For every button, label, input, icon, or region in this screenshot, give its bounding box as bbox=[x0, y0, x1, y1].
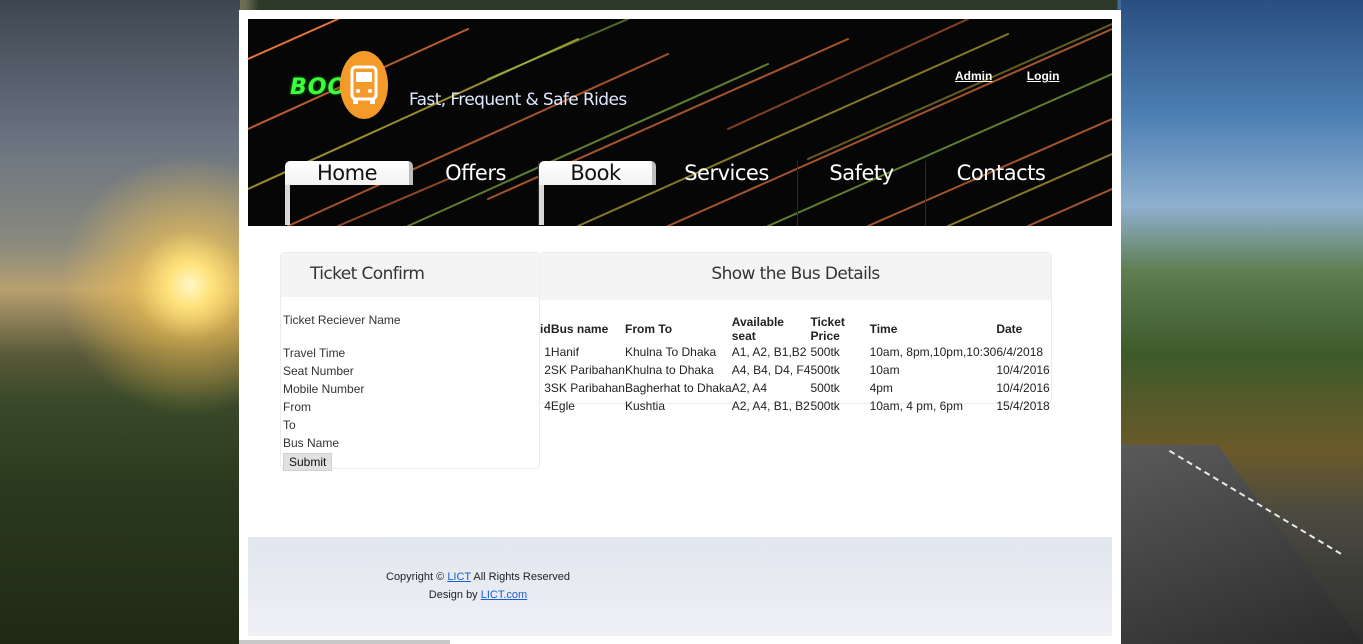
nav-book-label: Book bbox=[570, 161, 621, 185]
table-cell: Kushtia bbox=[624, 399, 666, 413]
table-cell: 15/4/2018 bbox=[996, 399, 1050, 413]
table-cell: 500tk bbox=[810, 381, 840, 395]
table-row: 2 SK Paribahan Khulna to Dhaka A4, B4, D… bbox=[540, 361, 1051, 379]
admin-link[interactable]: Admin bbox=[955, 69, 992, 83]
field-seat-number: Seat Number bbox=[283, 364, 354, 378]
table-cell: 4pm bbox=[869, 381, 893, 395]
field-mobile-number: Mobile Number bbox=[283, 382, 365, 396]
login-link[interactable]: Login bbox=[1027, 69, 1060, 83]
table-cell: 500tk bbox=[810, 345, 840, 359]
field-to: To bbox=[283, 418, 296, 432]
table-cell: 6/4/2018 bbox=[996, 345, 1044, 359]
nav-offers[interactable]: Offers bbox=[413, 161, 539, 226]
nav-services[interactable]: Services bbox=[656, 161, 798, 226]
table-cell: A1, A2, B1,B2 bbox=[731, 345, 807, 359]
table-cell: SK Paribahan bbox=[550, 363, 625, 377]
table-cell: 4 bbox=[544, 399, 551, 413]
nav-book[interactable]: Book bbox=[539, 161, 656, 225]
column-header: id bbox=[540, 322, 551, 336]
nav-contacts[interactable]: Contacts bbox=[926, 161, 1076, 226]
table-cell: Hanif bbox=[550, 345, 579, 359]
page-container: BOOK Fast, Frequent & Safe Rides Admin L… bbox=[239, 10, 1121, 644]
site-tagline: Fast, Frequent & Safe Rides bbox=[409, 90, 627, 110]
nav-safety[interactable]: Safety bbox=[798, 161, 926, 226]
nav-offers-label: Offers bbox=[445, 161, 506, 185]
copyright-suffix: All Rights Reserved bbox=[473, 571, 570, 583]
table-cell: Bagherhat to Dhaka bbox=[624, 381, 732, 395]
ticket-confirm-title: Ticket Confirm bbox=[281, 253, 539, 297]
main-nav: Home Offers Book Services Safety Contact… bbox=[285, 161, 1085, 226]
table-cell: 10am bbox=[869, 363, 900, 377]
design-prefix: Design by bbox=[428, 589, 478, 601]
nav-contacts-label: Contacts bbox=[956, 161, 1046, 185]
field-from: From bbox=[283, 400, 311, 414]
table-cell: 10/4/2016 bbox=[996, 363, 1050, 377]
column-header: Available seat bbox=[731, 315, 784, 343]
nav-services-label: Services bbox=[684, 161, 769, 185]
table-cell: A4, B4, D4, F4 bbox=[731, 363, 811, 377]
table-cell: 10am, 8pm,10pm,10:30 bbox=[869, 345, 997, 359]
nav-home-label: Home bbox=[316, 161, 378, 185]
copyright-line: Copyright © LICT All Rights Reserved bbox=[248, 568, 708, 586]
horizontal-scrollbar[interactable] bbox=[239, 640, 450, 644]
table-header-row: id Bus name From To Available seat Ticke… bbox=[540, 315, 1051, 343]
copyright-prefix: Copyright © bbox=[386, 571, 445, 583]
table-cell: Khulna To Dhaka bbox=[624, 345, 717, 359]
table-cell: 2 bbox=[544, 363, 551, 377]
table-cell: 500tk bbox=[810, 363, 840, 377]
nav-home[interactable]: Home bbox=[285, 161, 413, 225]
bus-details-table: id Bus name From To Available seat Ticke… bbox=[540, 315, 1051, 415]
design-line: Design by LICT.com bbox=[248, 586, 708, 604]
field-travel-time: Travel Time bbox=[283, 346, 346, 360]
ticket-form: Ticket Reciever Name Travel Time Seat Nu… bbox=[281, 297, 539, 471]
table-row: 4 Egle Kushtia A2, A4, B1, B2 500tk 10am… bbox=[540, 397, 1051, 415]
ticket-confirm-panel: Ticket Confirm Ticket Reciever Name Trav… bbox=[280, 252, 540, 471]
table-row: 3 SK Paribahan Bagherhat to Dhaka A2, A4… bbox=[540, 379, 1051, 397]
nav-safety-label: Safety bbox=[829, 161, 894, 185]
copyright-link[interactable]: LICT bbox=[447, 571, 471, 583]
background-sunset bbox=[0, 0, 240, 644]
column-header: Bus name bbox=[550, 322, 609, 336]
site-header: BOOK Fast, Frequent & Safe Rides Admin L… bbox=[248, 19, 1112, 226]
table-cell: A2, A4 bbox=[731, 381, 768, 395]
bus-icon bbox=[340, 51, 388, 119]
table-cell: 500tk bbox=[810, 399, 840, 413]
table-cell: A2, A4, B1, B2 bbox=[731, 399, 810, 413]
table-cell: SK Paribahan bbox=[550, 381, 625, 395]
bus-details-title: Show the Bus Details bbox=[540, 253, 1051, 300]
table-cell: Khulna to Dhaka bbox=[624, 363, 714, 377]
column-header: From To bbox=[624, 322, 673, 336]
table-cell: Egle bbox=[550, 399, 575, 413]
submit-button[interactable]: Submit bbox=[283, 453, 333, 471]
field-gap bbox=[283, 329, 539, 344]
table-cell: 10am, 4 pm, 6pm bbox=[869, 399, 963, 413]
table-row: 1 Hanif Khulna To Dhaka A1, A2, B1,B2 50… bbox=[540, 343, 1051, 361]
design-link[interactable]: LICT.com bbox=[481, 589, 527, 601]
main-content: Ticket Confirm Ticket Reciever Name Trav… bbox=[280, 252, 1052, 471]
table-cell: 1 bbox=[544, 345, 551, 359]
column-header: Time bbox=[869, 322, 898, 336]
bus-details-panel: Show the Bus Details id Bus name From To… bbox=[539, 252, 1052, 413]
header-links: Admin Login bbox=[955, 67, 1089, 85]
field-bus-name: Bus Name bbox=[283, 436, 340, 450]
column-header: Ticket Price bbox=[810, 315, 845, 343]
footer-text: Copyright © LICT All Rights Reserved Des… bbox=[248, 568, 708, 604]
site-footer: Copyright © LICT All Rights Reserved Des… bbox=[248, 537, 1112, 636]
site-logo[interactable]: BOOK bbox=[290, 51, 400, 121]
column-header: Date bbox=[996, 322, 1023, 336]
field-receiver-name: Ticket Reciever Name bbox=[283, 313, 401, 327]
table-cell: 3 bbox=[544, 381, 551, 395]
table-cell: 10/4/2016 bbox=[996, 381, 1050, 395]
